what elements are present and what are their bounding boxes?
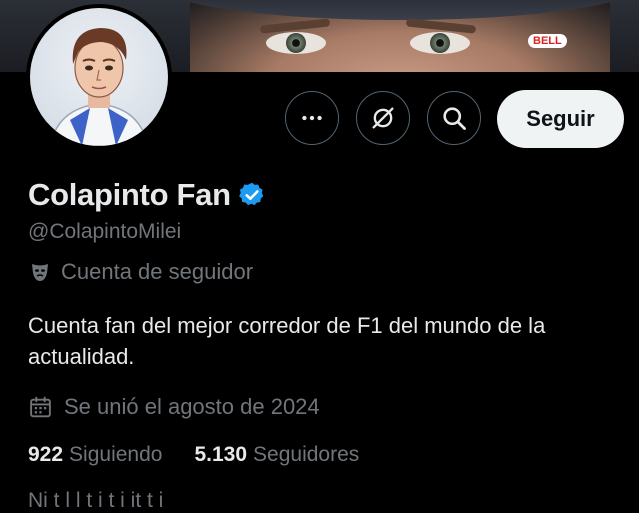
follow-stats: 922 Siguiendo 5.130 Seguidores (28, 443, 359, 467)
followed-by-text: Ni t l l t i t i it t i (28, 489, 164, 512)
following-label: Siguiendo (69, 443, 163, 466)
profile-bio: Cuenta fan del mejor corredor de F1 del … (28, 313, 546, 369)
calendar-icon (30, 396, 51, 417)
affiliation-label[interactable]: Cuenta de seguidor (28, 259, 253, 285)
avatar-image (30, 8, 168, 146)
followers-label: Seguidores (253, 443, 360, 466)
join-date: Se unió el agosto de 2024 (28, 394, 320, 420)
profile-handle: @ColapintoMilei (28, 220, 182, 243)
theater-mask-icon (32, 264, 48, 281)
grok-icon (372, 107, 394, 129)
banner-sponsor-logo: BELL (528, 34, 567, 48)
followers-link[interactable]: 5.130 Seguidores (194, 443, 359, 467)
name-row: Colapinto Fan (28, 177, 266, 213)
profile-avatar[interactable] (26, 4, 172, 150)
following-link[interactable]: 922 Siguiendo (28, 443, 162, 467)
grok-button[interactable] (356, 91, 410, 145)
ellipsis-icon (302, 115, 322, 121)
search-profile-button[interactable] (427, 91, 481, 145)
banner-left-eye (266, 32, 326, 54)
banner-right-eye (410, 32, 470, 54)
followers-count: 5.130 (194, 443, 248, 466)
verified-badge-icon[interactable] (238, 181, 266, 209)
follow-button[interactable]: Seguir (497, 90, 624, 148)
more-options-button[interactable] (285, 91, 339, 145)
following-count: 922 (28, 443, 64, 466)
display-name: Colapinto Fan (28, 177, 231, 212)
affiliation-text: Cuenta de seguidor (61, 259, 254, 284)
avatar-illustration (49, 28, 149, 146)
search-icon (443, 107, 466, 130)
join-date-text: Se unió el agosto de 2024 (64, 394, 320, 419)
